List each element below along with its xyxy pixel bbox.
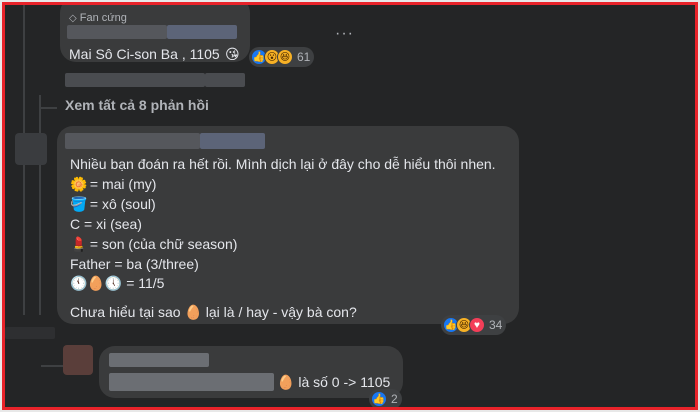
flower-emoji: 🌼 <box>70 176 88 192</box>
blurred-username <box>67 25 167 39</box>
translation-row-ba: Father = ba (3/three) <box>70 256 199 272</box>
avatar <box>15 133 47 165</box>
blurred-actions <box>205 73 245 87</box>
reaction-count: 34 <box>489 318 503 332</box>
blurred-actions <box>65 73 205 87</box>
translation-row-date: 🕚🥚🕔 = 11/5 <box>70 275 165 291</box>
translation-row-xi: C = xi (sea) <box>70 216 142 232</box>
clock-egg-clock-emoji: 🕚🥚🕔 <box>70 275 123 291</box>
blurred-username <box>65 133 200 149</box>
haha-icon: 😆 <box>277 49 293 65</box>
avatar <box>63 345 93 375</box>
lipstick-emoji: 💄 <box>70 236 88 252</box>
blurred-username <box>109 353 209 367</box>
bucket-emoji: 🪣 <box>70 196 88 212</box>
love-icon: ♥ <box>469 317 485 333</box>
comment-text-line: Nhiều bạn đoán ra hết rồi. Mình dịch lại… <box>70 156 496 172</box>
comment-text-3: 🥚 là số 0 -> 1105 <box>277 374 391 390</box>
reaction-summary-3[interactable]: 👍 2 <box>369 389 402 407</box>
reaction-count: 2 <box>391 392 398 406</box>
comment-text-1: Mai Sô Ci-son Ba , 1105 <box>69 46 220 62</box>
thread-line <box>39 95 41 315</box>
blurred-username <box>200 133 265 149</box>
egg-emoji: 🥚 <box>184 304 202 320</box>
thread-line <box>41 365 63 367</box>
blurred-text <box>109 373 274 391</box>
egg-emoji: 🥚 <box>277 374 295 390</box>
translation-row-son: 💄 = son (của chữ season) <box>70 236 238 252</box>
thread-line <box>39 107 57 109</box>
translation-row-mai: 🌼 = mai (my) <box>70 176 157 192</box>
kiss-emoji: 😘 <box>225 46 240 62</box>
reaction-summary-2[interactable]: 👍 😆 ♥ 34 <box>441 315 507 335</box>
like-icon: 👍 <box>371 391 387 407</box>
view-all-replies-link[interactable]: Xem tất cả 8 phản hồi <box>65 96 209 115</box>
translation-row-xo: 🪣 = xô (soul) <box>70 196 156 212</box>
screenshot-frame: ◇ Fan cứng Mai Sô Ci-son Ba , 1105 😘 👍 😮… <box>2 2 698 410</box>
more-icon[interactable]: ··· <box>335 25 354 43</box>
diamond-icon: ◇ <box>69 13 77 24</box>
blurred-username <box>167 25 237 39</box>
blurred-actions <box>5 327 55 339</box>
fan-badge-label: Fan cứng <box>79 12 127 24</box>
comment-question: Chưa hiểu tại sao 🥚 lại là / hay - vậy b… <box>70 304 357 320</box>
reaction-summary-1[interactable]: 👍 😮 😆 61 <box>249 47 315 67</box>
reaction-count: 61 <box>297 50 311 64</box>
